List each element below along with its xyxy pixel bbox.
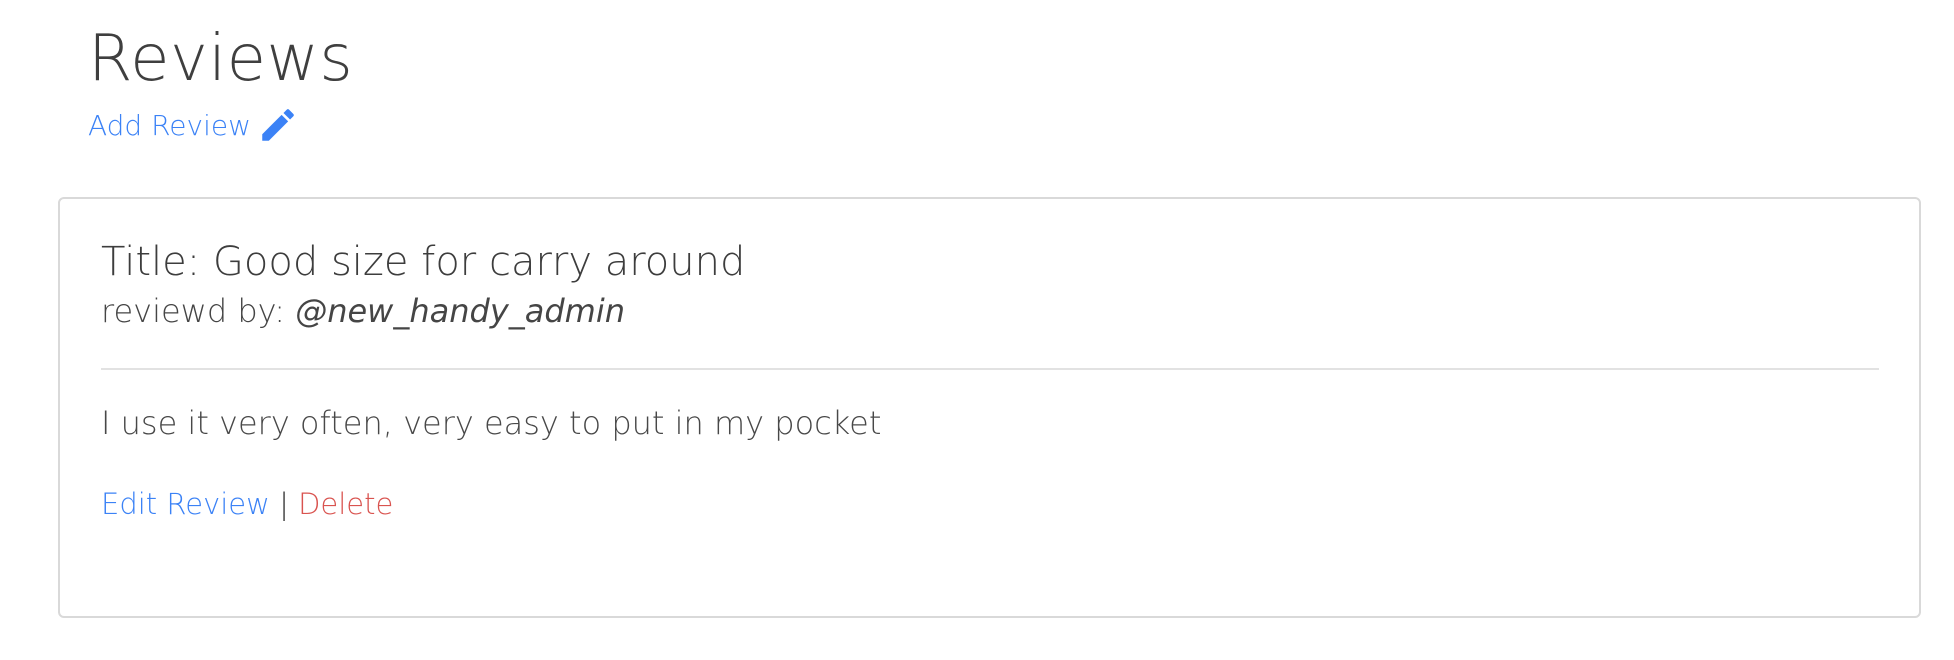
action-separator: | xyxy=(279,487,289,521)
add-review-label: Add Review xyxy=(88,108,252,142)
add-review-link[interactable]: Add Review xyxy=(88,104,299,146)
edit-review-link[interactable]: Edit Review xyxy=(101,487,270,521)
reviewer-line: reviewd by: @new_handy_admin xyxy=(101,292,625,330)
review-title: Title: Good size for carry around xyxy=(101,239,746,285)
reviewer-prefix: reviewd by: xyxy=(101,292,286,330)
review-actions: Edit Review | Delete xyxy=(101,487,393,521)
pencil-icon xyxy=(262,109,294,141)
review-body: I use it very often, very easy to put in… xyxy=(101,404,882,442)
review-card: Title: Good size for carry around review… xyxy=(58,197,1921,618)
delete-review-link[interactable]: Delete xyxy=(298,487,393,521)
page-title: Reviews xyxy=(88,22,354,96)
reviewer-handle: @new_handy_admin xyxy=(295,292,626,330)
divider xyxy=(101,368,1879,370)
